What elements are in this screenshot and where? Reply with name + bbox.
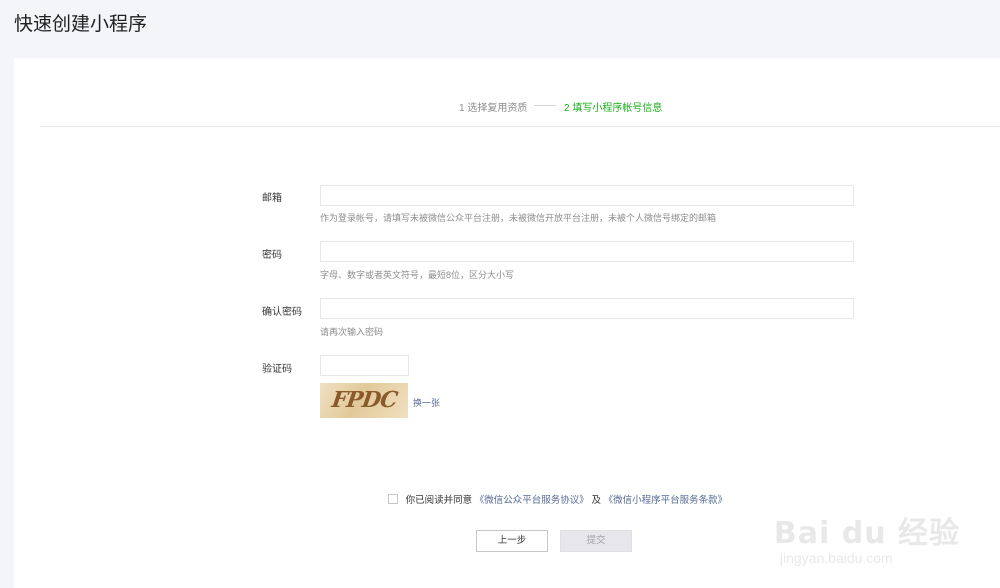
submit-button: 提交 [560, 530, 632, 552]
captcha-image-text: FPDC [330, 387, 399, 413]
confirm-password-hint: 请再次输入密码 [320, 327, 384, 337]
miniprogram-terms-link[interactable]: 《微信小程序平台服务条款》 [604, 495, 728, 506]
password-hint: 字母、数字或者英文符号，最短8位，区分大小写 [320, 270, 515, 280]
agreement-text: 你已阅读并同意 [405, 495, 473, 506]
service-agreement-link[interactable]: 《微信公众平台服务协议》 [475, 495, 589, 506]
step-1-label: 1 选择复用资质 [459, 103, 528, 114]
watermark-url: jingyan.baidu.com [779, 550, 893, 566]
password-label: 密码 [262, 250, 282, 261]
captcha-image[interactable]: FPDC [320, 383, 408, 418]
step-2-label: 2 填写小程序帐号信息 [564, 103, 663, 114]
watermark-logo: Bai du 经验 [773, 516, 960, 551]
agreement-row: 你已阅读并同意 《微信公众平台服务协议》 及 《微信小程序平台服务条款》 [388, 492, 727, 506]
header-divider [40, 126, 1000, 127]
agreement-and: 及 [591, 495, 601, 506]
captcha-label: 验证码 [262, 364, 292, 375]
email-hint: 作为登录帐号，请填写未被微信公众平台注册，未被微信开放平台注册，未被个人微信号绑… [320, 213, 717, 223]
previous-step-button[interactable]: 上一步 [476, 530, 548, 552]
page-title: 快速创建小程序 [14, 14, 148, 35]
email-field[interactable] [320, 185, 854, 206]
refresh-captcha-link[interactable]: 换一张 [413, 396, 440, 409]
step-connector [534, 105, 556, 106]
baidu-jingyan-watermark: Bai du 经验 jingyan.baidu.com [774, 508, 960, 566]
captcha-field[interactable] [320, 355, 409, 376]
form-card: 1 选择复用资质 2 填写小程序帐号信息 邮箱 作为登录帐号，请填写未被微信公众… [14, 58, 1000, 588]
agreement-checkbox[interactable] [388, 494, 398, 504]
confirm-password-label: 确认密码 [262, 307, 302, 318]
step-indicator: 1 选择复用资质 2 填写小程序帐号信息 [14, 99, 1000, 114]
password-field[interactable] [320, 241, 854, 262]
confirm-password-field[interactable] [320, 298, 854, 319]
email-label: 邮箱 [262, 193, 282, 204]
